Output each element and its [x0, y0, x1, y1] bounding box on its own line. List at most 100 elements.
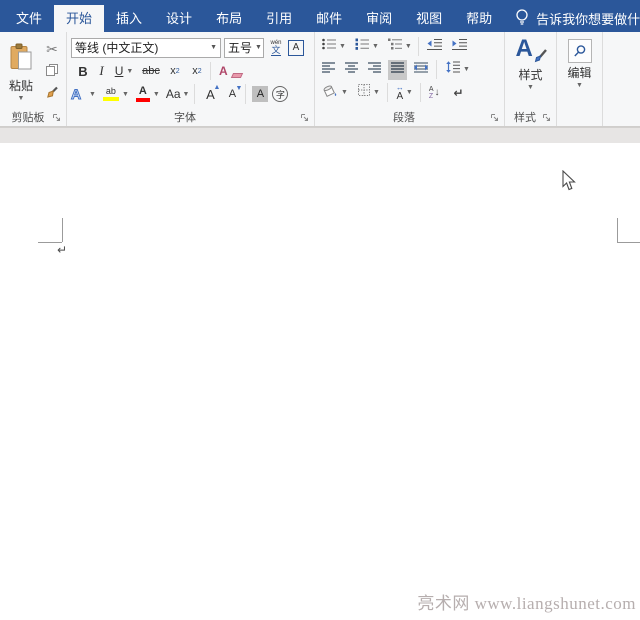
font-color-swatch: [135, 98, 150, 102]
distribute-icon: [413, 61, 429, 79]
underline-icon: U: [114, 64, 124, 78]
clear-formatting-button[interactable]: A: [219, 62, 244, 80]
character-border-icon: A: [288, 39, 304, 56]
highlight-color-button[interactable]: ab ▼: [102, 87, 129, 101]
shading-button[interactable]: ▼: [319, 83, 350, 103]
document-page[interactable]: ↵ 亮术网 www.liangshunet.com: [0, 143, 640, 620]
clipboard-dialog-launcher-icon[interactable]: [51, 112, 62, 123]
shading-dropdown-arrow[interactable]: ▼: [341, 89, 348, 96]
multilevel-list-button[interactable]: ▼: [385, 37, 414, 57]
font-name-combo[interactable]: 等线 (中文正文) ▼: [71, 37, 221, 58]
show-hide-marks-button[interactable]: ↵: [451, 83, 465, 103]
tab-insert[interactable]: 插入: [104, 5, 154, 32]
underline-button[interactable]: U ▼: [110, 64, 138, 78]
font-color-button[interactable]: A ▼: [135, 86, 160, 102]
justify-button[interactable]: [388, 59, 407, 80]
change-case-icon: Aa: [165, 87, 181, 101]
borders-icon: [357, 83, 371, 102]
clipboard-group: 粘贴 ▼ ✂ 剪贴板: [1, 32, 67, 126]
sort-button[interactable]: A Z ↓: [427, 83, 442, 103]
format-painter-button[interactable]: [41, 85, 63, 105]
change-case-button[interactable]: Aa ▼: [166, 87, 190, 101]
bullets-button[interactable]: ▼: [319, 37, 348, 57]
phonetic-guide-button[interactable]: wén 文: [267, 40, 285, 56]
ribbon-tab-bar: 文件 开始 插入 设计 布局 引用 邮件 审阅 视图 帮助 告诉我你想要做什: [0, 0, 640, 32]
margin-mark-top-left-vertical: [62, 218, 63, 242]
character-scaling-dropdown-arrow[interactable]: ▼: [406, 89, 413, 96]
text-effects-dropdown-arrow[interactable]: ▼: [89, 91, 96, 98]
line-spacing-button[interactable]: ▼: [443, 60, 472, 80]
align-left-button[interactable]: [319, 60, 338, 80]
styles-dialog-launcher-icon[interactable]: [541, 112, 552, 123]
multilevel-dropdown-arrow[interactable]: ▼: [405, 43, 412, 50]
line-spacing-dropdown-arrow[interactable]: ▼: [463, 66, 470, 73]
tab-design[interactable]: 设计: [154, 5, 204, 32]
underline-dropdown-arrow[interactable]: ▼: [126, 68, 133, 75]
enclose-characters-button[interactable]: 字: [272, 86, 289, 102]
scissors-icon: ✂: [46, 40, 58, 57]
styles-button[interactable]: A 样式 ▼: [505, 35, 556, 91]
tab-home[interactable]: 开始: [54, 5, 105, 32]
tell-me-box[interactable]: 告诉我你想要做什: [514, 5, 640, 32]
grow-font-button[interactable]: A ▲: [201, 84, 220, 102]
font-color-dropdown-arrow[interactable]: ▼: [153, 91, 160, 98]
align-right-button[interactable]: [365, 60, 384, 80]
increase-indent-icon: [451, 38, 468, 56]
align-center-button[interactable]: [342, 60, 361, 80]
sort-icon: A Z: [428, 85, 434, 100]
format-painter-icon: [45, 86, 59, 105]
tab-mailings[interactable]: 邮件: [304, 5, 354, 32]
subscript-button[interactable]: x2: [164, 65, 186, 77]
change-case-dropdown-arrow[interactable]: ▼: [183, 91, 190, 98]
bullets-dropdown-arrow[interactable]: ▼: [339, 43, 346, 50]
cut-button[interactable]: ✂: [41, 39, 63, 59]
lightbulb-icon: [514, 8, 530, 29]
text-effects-button[interactable]: A ▼: [71, 86, 96, 103]
character-border-button[interactable]: A: [288, 39, 304, 56]
distribute-button[interactable]: [411, 60, 431, 80]
borders-dropdown-arrow[interactable]: ▼: [373, 89, 380, 96]
borders-button[interactable]: ▼: [355, 83, 382, 103]
paragraph-dialog-launcher-icon[interactable]: [489, 112, 500, 123]
character-scaling-button[interactable]: ↔ A ▼: [394, 83, 415, 103]
styles-group: A 样式 ▼ 样式: [505, 32, 557, 126]
margin-mark-top-right-horizontal: [617, 242, 640, 243]
tab-help[interactable]: 帮助: [454, 5, 504, 32]
line-spacing-icon: [445, 60, 461, 79]
text-effects-icon: A: [71, 86, 82, 103]
mouse-cursor: [562, 169, 576, 196]
editing-button[interactable]: 编辑 ▼: [557, 35, 602, 89]
highlight-icon: ab: [102, 87, 120, 101]
character-shading-button[interactable]: A: [252, 86, 269, 102]
editing-dropdown-arrow[interactable]: ▼: [576, 82, 583, 89]
increase-indent-button[interactable]: [449, 37, 470, 57]
strikethrough-button[interactable]: abc: [138, 65, 164, 77]
ribbon-home: 粘贴 ▼ ✂ 剪贴板 等线 (中文正文) ▼ 五号 ▼ wén 文 A B I …: [0, 32, 640, 127]
font-size-dropdown-arrow[interactable]: ▼: [252, 44, 262, 51]
tab-layout[interactable]: 布局: [204, 5, 254, 32]
font-size-combo[interactable]: 五号 ▼: [224, 37, 264, 58]
tab-references[interactable]: 引用: [254, 5, 304, 32]
font-name-dropdown-arrow[interactable]: ▼: [207, 44, 217, 51]
watermark-text: 亮术网 www.liangshunet.com: [417, 594, 636, 613]
paste-dropdown-arrow[interactable]: ▼: [18, 95, 25, 102]
font-dialog-launcher-icon[interactable]: [299, 112, 310, 123]
paste-clipboard-icon: [9, 43, 33, 76]
highlight-dropdown-arrow[interactable]: ▼: [122, 91, 129, 98]
margin-mark-top-right-vertical: [617, 218, 618, 242]
font-group: 等线 (中文正文) ▼ 五号 ▼ wén 文 A B I U ▼ abc x 2…: [67, 32, 315, 126]
bold-button[interactable]: B: [73, 64, 93, 79]
styles-dropdown-arrow[interactable]: ▼: [527, 84, 534, 91]
superscript-button[interactable]: x2: [186, 65, 208, 77]
numbering-dropdown-arrow[interactable]: ▼: [372, 43, 379, 50]
decrease-indent-button[interactable]: [424, 37, 445, 57]
shrink-font-button[interactable]: A ▼: [223, 85, 243, 100]
tab-review[interactable]: 审阅: [354, 5, 404, 32]
paste-button[interactable]: 粘贴 ▼: [1, 35, 41, 108]
numbering-button[interactable]: ▼: [352, 37, 381, 57]
styles-group-label: 样式: [514, 112, 536, 124]
tab-view[interactable]: 视图: [404, 5, 454, 32]
tab-file[interactable]: 文件: [4, 5, 54, 32]
copy-button[interactable]: [41, 62, 63, 82]
italic-button[interactable]: I: [93, 63, 110, 79]
